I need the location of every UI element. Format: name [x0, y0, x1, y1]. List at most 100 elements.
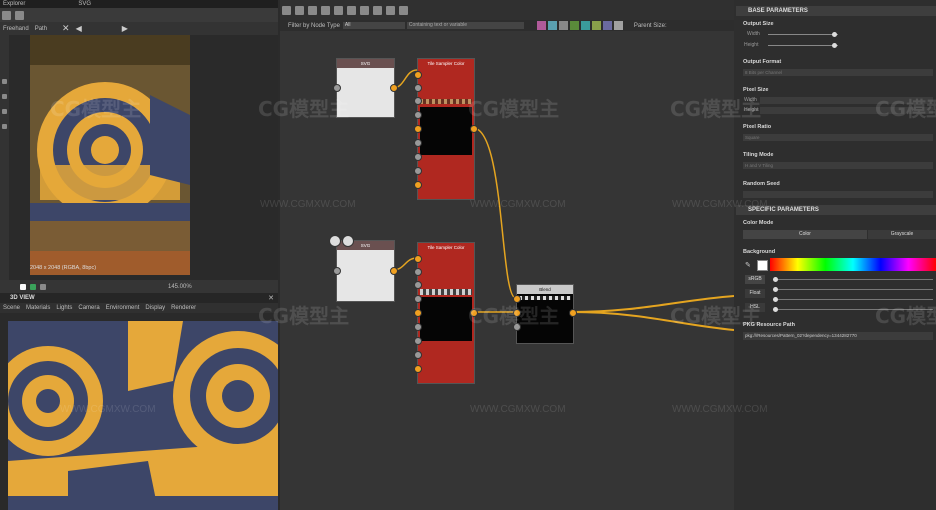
watermark-url: WWW.CGMXW.COM	[672, 404, 768, 415]
grayscale-option-label: Grayscale	[890, 231, 914, 237]
tab-explorer[interactable]: Explorer	[3, 1, 25, 7]
color-option-label: Color	[799, 231, 811, 237]
random-seed-field[interactable]	[743, 191, 933, 198]
width-slider[interactable]	[768, 32, 838, 37]
pkg-resource-path-field[interactable]: pkg:///Resources/Pattern_02?dependency=1…	[743, 332, 933, 340]
pixel-ratio-value: Square	[745, 135, 760, 140]
watermark-url: WWW.CGMXW.COM	[672, 199, 768, 210]
base-parameters-header[interactable]: BASE PARAMETERS	[736, 6, 936, 16]
copy-icon[interactable]	[15, 10, 24, 20]
input-port[interactable]	[414, 84, 422, 92]
tile-sampler-node-2[interactable]: Tile Sampler Color	[414, 242, 478, 384]
output-port[interactable]	[390, 84, 398, 92]
color-mode-color-option[interactable]: Color	[743, 230, 867, 239]
tool-freehand[interactable]: Freehand	[3, 26, 29, 32]
channel-icon[interactable]	[20, 283, 26, 290]
input-port[interactable]	[414, 255, 422, 263]
height-label: Height	[744, 42, 759, 48]
input-port[interactable]	[333, 267, 341, 275]
channel-g-slider[interactable]	[773, 287, 933, 292]
watermark-logo: CG模型主	[258, 304, 350, 328]
input-port[interactable]	[414, 281, 422, 289]
watermark-logo: CG模型主	[670, 304, 762, 328]
node-edit-icon[interactable]	[329, 235, 341, 247]
input-port[interactable]	[414, 323, 422, 331]
input-port[interactable]	[414, 139, 422, 147]
input-port[interactable]	[414, 351, 422, 359]
viewer-image[interactable]	[30, 35, 190, 275]
watermark-url: WWW.CGMXW.COM	[60, 404, 156, 415]
input-port[interactable]	[414, 167, 422, 175]
tiling-mode-label: Tiling Mode	[743, 152, 774, 158]
eyedropper-icon[interactable]: ✎	[745, 261, 751, 269]
menu-lights[interactable]: Lights	[56, 305, 72, 311]
input-port[interactable]	[414, 181, 422, 189]
output-port[interactable]	[470, 125, 478, 133]
watermark-logo: CG模型主	[875, 97, 936, 121]
watermark-logo: CG模型主	[468, 97, 560, 121]
watermark-logo: CG模型主	[468, 304, 560, 328]
output-format-dropdown[interactable]: 8 Bits per Channel	[743, 69, 933, 76]
output-port[interactable]	[390, 267, 398, 275]
grid-icon[interactable]	[40, 283, 46, 290]
input-port[interactable]	[414, 337, 422, 345]
pixel-ratio-label: Pixel Ratio	[743, 124, 772, 130]
tiling-mode-dropdown[interactable]: H and V Tiling	[743, 162, 933, 169]
output-port[interactable]	[569, 309, 577, 317]
color-spectrum[interactable]	[770, 258, 936, 271]
pixel-ratio-dropdown[interactable]: Square	[743, 134, 933, 141]
close-icon[interactable]: ✕	[62, 23, 70, 34]
tile-sampler-node-1[interactable]: Tile Sampler Color	[414, 58, 478, 200]
output-size-label: Output Size	[743, 21, 774, 27]
srgb-label: sRGB	[748, 276, 762, 282]
menu-scene[interactable]: Scene	[3, 305, 20, 311]
input-port[interactable]	[414, 111, 422, 119]
tab-svg[interactable]: SVG	[78, 1, 91, 7]
select-icon[interactable]	[2, 79, 7, 84]
channel-green-icon[interactable]	[30, 283, 36, 290]
brush-icon[interactable]	[2, 109, 7, 114]
input-port[interactable]	[414, 268, 422, 276]
node-link-icon[interactable]	[342, 235, 354, 247]
input-port[interactable]	[414, 71, 422, 79]
view3d-titlebar: 3D VIEW ✕	[0, 293, 278, 303]
menu-display[interactable]: Display	[145, 305, 165, 311]
watermark-logo: CG模型主	[50, 97, 142, 121]
input-port[interactable]	[414, 125, 422, 133]
color-swatch[interactable]	[757, 260, 768, 271]
move-icon[interactable]	[2, 94, 7, 99]
zoom-level[interactable]: 145.00%	[168, 284, 192, 290]
height-slider[interactable]	[768, 43, 838, 48]
menu-camera[interactable]: Camera	[78, 305, 99, 311]
menu-materials[interactable]: Materials	[26, 305, 50, 311]
input-port[interactable]	[414, 97, 422, 105]
tiling-mode-value: H and V Tiling	[745, 163, 774, 168]
menu-renderer[interactable]: Renderer	[171, 305, 196, 311]
viewer-tool-strip	[0, 35, 9, 280]
output-format-label: Output Format	[743, 59, 782, 65]
fill-icon[interactable]	[2, 124, 7, 129]
arrow-left-icon[interactable]: ◀	[76, 24, 82, 33]
watermark-url: WWW.CGMXW.COM	[470, 404, 566, 415]
view3d-menu: Scene Materials Lights Camera Environmen…	[0, 303, 278, 313]
watermark-logo: CG模型主	[258, 97, 350, 121]
viewer-bottom-bar: 145.00%	[0, 280, 278, 293]
menu-environment[interactable]: Environment	[106, 305, 140, 311]
color-mode-grayscale-option[interactable]: Grayscale	[868, 230, 936, 239]
input-port[interactable]	[414, 309, 422, 317]
graph-panel: Filter by Node Type All Containing text …	[280, 0, 734, 510]
arrow-right-icon[interactable]: ▶	[122, 24, 128, 33]
node-title: SVG	[337, 59, 394, 68]
float-toggle[interactable]: Float	[745, 289, 765, 298]
srgb-toggle[interactable]: sRGB	[745, 275, 765, 284]
input-port[interactable]	[414, 153, 422, 161]
tool-path[interactable]: Path	[35, 26, 47, 32]
channel-r-slider[interactable]	[773, 277, 933, 282]
viewer-toolbar: Freehand Path ✕ ◀ ▶	[0, 22, 278, 35]
view3d-viewport[interactable]	[8, 321, 278, 510]
input-port[interactable]	[333, 84, 341, 92]
random-seed-label: Random Seed	[743, 181, 780, 187]
save-icon[interactable]	[2, 10, 11, 20]
input-port[interactable]	[414, 365, 422, 373]
input-port[interactable]	[414, 295, 422, 303]
